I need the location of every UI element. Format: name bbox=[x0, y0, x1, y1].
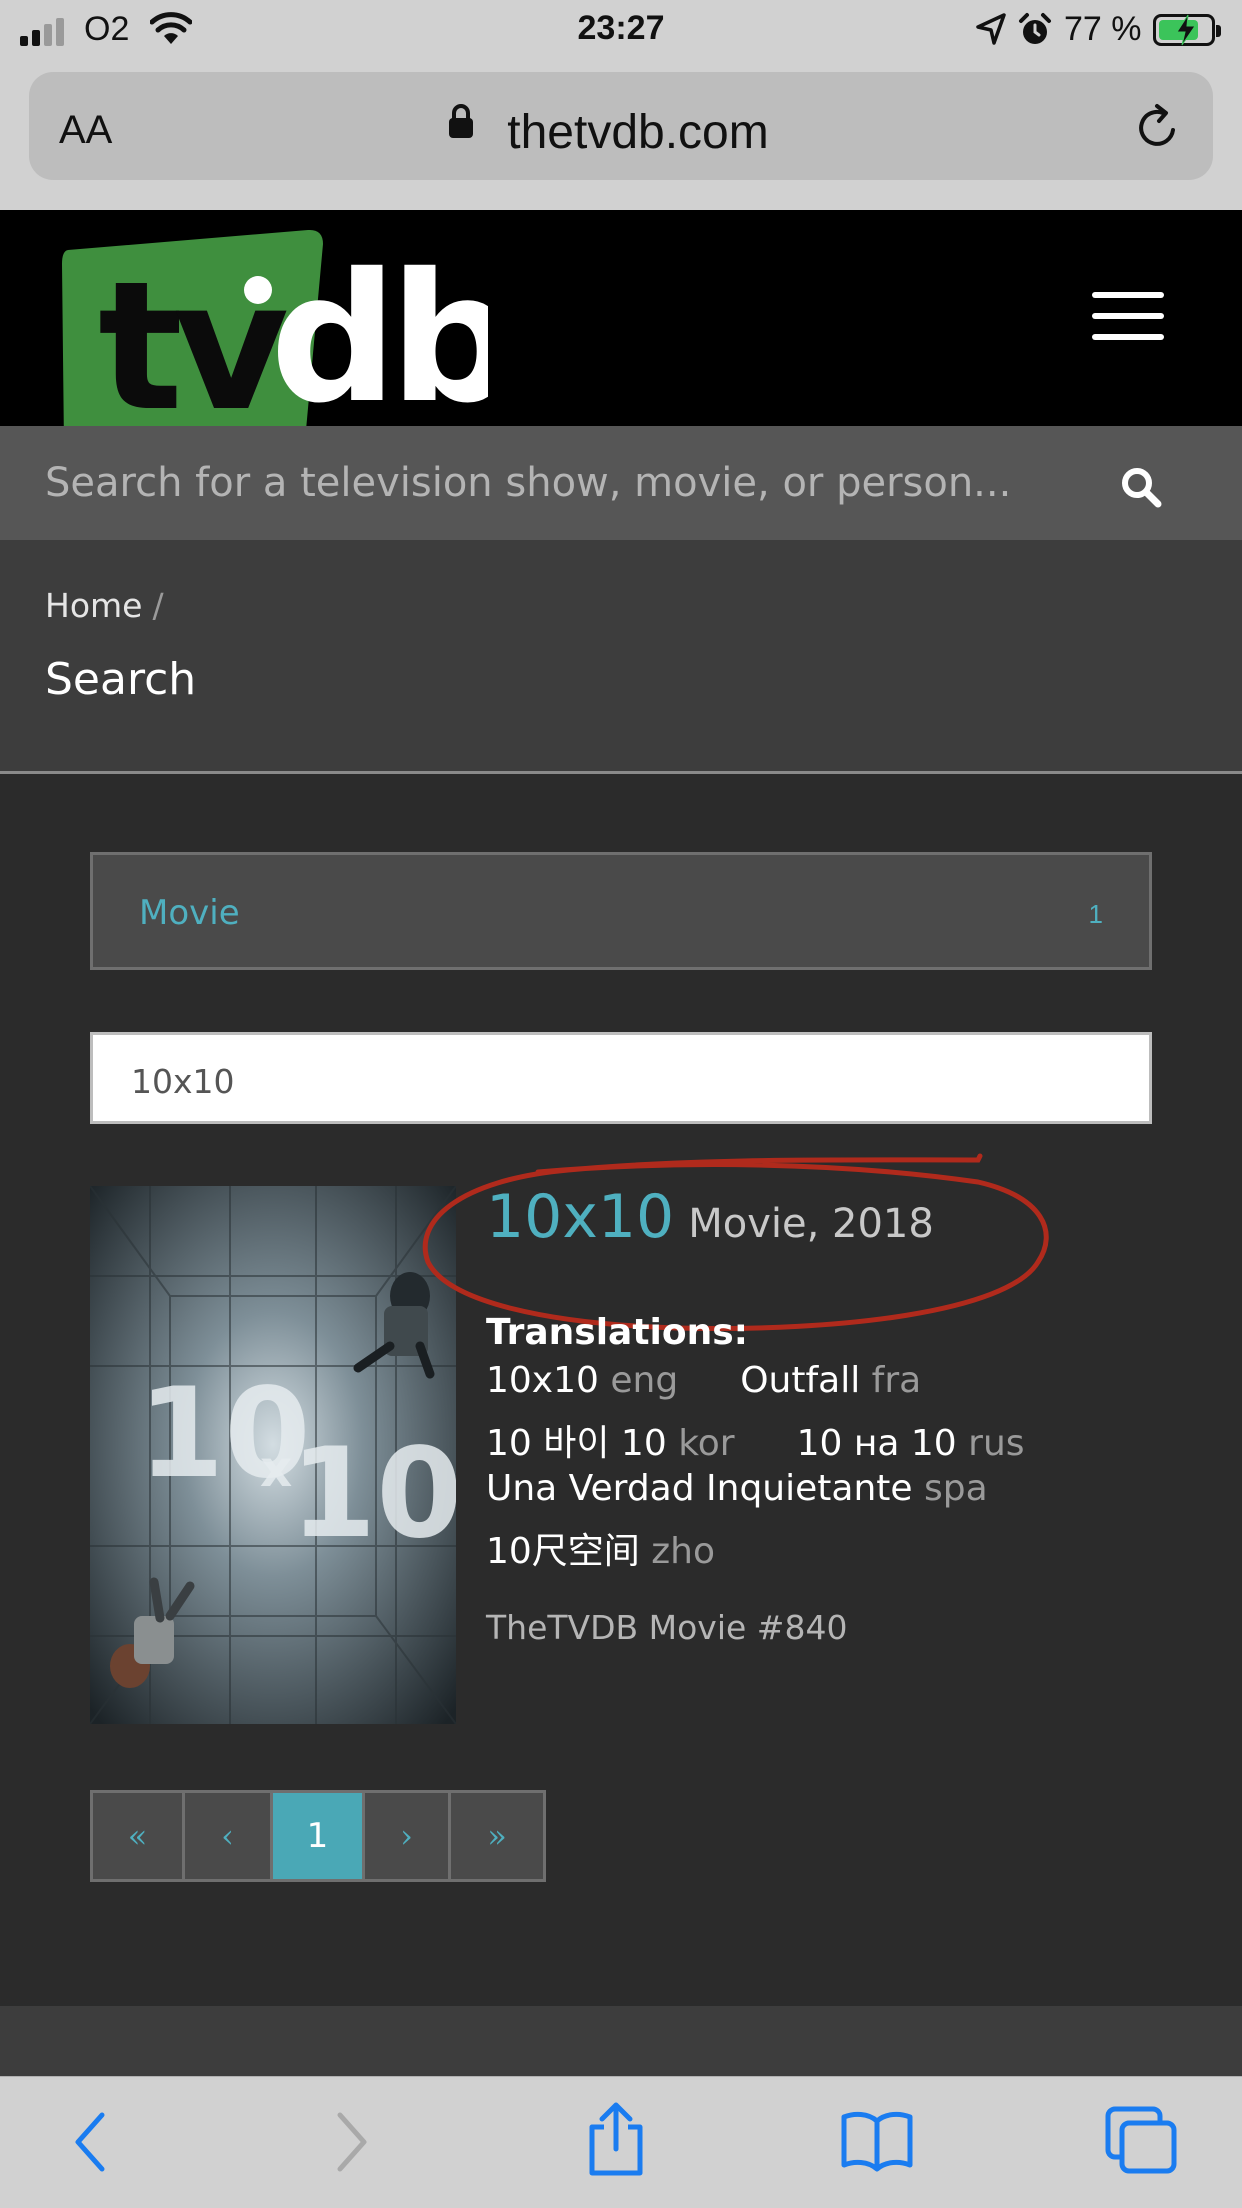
share-icon[interactable] bbox=[584, 2101, 648, 2177]
pagination: « ‹ 1 › » bbox=[90, 1790, 546, 1882]
page-header: Home / Search bbox=[0, 540, 1242, 774]
translation-name: 10 바이 10 bbox=[486, 1423, 667, 1464]
url-host: thetvdb.com bbox=[507, 106, 769, 159]
result-meta: Movie, 2018 bbox=[688, 1201, 934, 1247]
translation-name: Una Verdad Inquietante bbox=[486, 1468, 913, 1509]
battery-percent: 77 % bbox=[1064, 10, 1142, 48]
charging-bolt-icon bbox=[1176, 14, 1196, 46]
site-footer bbox=[0, 2006, 1242, 2076]
translation-lang: eng bbox=[610, 1360, 679, 1401]
forward-icon[interactable] bbox=[332, 2107, 372, 2177]
translation-row: 10x10 eng Outfall fra bbox=[486, 1360, 921, 1401]
back-icon[interactable] bbox=[70, 2107, 110, 2177]
poster-title-mid: x bbox=[260, 1440, 292, 1498]
translations-heading: Translations: bbox=[486, 1312, 749, 1353]
location-arrow-icon bbox=[976, 13, 1006, 45]
address-bar[interactable]: AA thetvdb.com bbox=[29, 72, 1213, 180]
translation-lang: kor bbox=[678, 1423, 735, 1464]
translation-lang: spa bbox=[924, 1468, 988, 1509]
site-search bbox=[0, 426, 1242, 540]
facet-count: 1 bbox=[1088, 899, 1103, 929]
translation-lang: rus bbox=[968, 1423, 1025, 1464]
breadcrumb: Home / bbox=[45, 586, 164, 625]
svg-text:tv: tv bbox=[98, 243, 287, 450]
result-title-link[interactable]: 10x10 bbox=[486, 1182, 674, 1252]
query-field[interactable]: 10x10 bbox=[90, 1032, 1152, 1124]
translation-name: 10尺空间 bbox=[486, 1531, 640, 1572]
page-title: Search bbox=[45, 654, 197, 705]
alarm-icon bbox=[1019, 13, 1051, 44]
translation-row: Una Verdad Inquietante spa bbox=[486, 1468, 988, 1509]
prev-page-button[interactable]: ‹ bbox=[185, 1793, 273, 1879]
reload-icon[interactable] bbox=[1133, 102, 1183, 152]
tvdb-logo[interactable]: tv db bbox=[58, 220, 488, 460]
facet-movie[interactable]: Movie 1 bbox=[90, 852, 1152, 970]
translation-row: 10尺空间 zho bbox=[486, 1522, 715, 1574]
first-page-button[interactable]: « bbox=[93, 1793, 185, 1879]
browser-toolbar bbox=[0, 2076, 1242, 2208]
translation-lang: zho bbox=[651, 1531, 716, 1572]
clock: 23:27 bbox=[577, 9, 665, 47]
result-heading: 10x10 Movie, 2018 bbox=[486, 1182, 934, 1252]
breadcrumb-home-link[interactable]: Home bbox=[45, 586, 142, 625]
page-1-button[interactable]: 1 bbox=[273, 1793, 365, 1879]
hamburger-menu-icon[interactable] bbox=[1092, 292, 1164, 340]
translation-row: 10 바이 10 kor 10 на 10 rus bbox=[486, 1414, 1025, 1466]
next-page-button[interactable]: › bbox=[365, 1793, 451, 1879]
translation-lang: fra bbox=[871, 1360, 922, 1401]
site-header: tv db bbox=[0, 210, 1242, 460]
query-value: 10x10 bbox=[131, 1062, 235, 1101]
tvdb-id: TheTVDB Movie #840 bbox=[486, 1608, 848, 1647]
status-bar: O2 23:27 77 % bbox=[0, 0, 1242, 62]
search-input[interactable] bbox=[45, 448, 1085, 518]
translation-name: Outfall bbox=[740, 1360, 861, 1401]
bookmarks-icon[interactable] bbox=[840, 2109, 914, 2173]
translation-name: 10x10 bbox=[486, 1360, 599, 1401]
facet-label: Movie bbox=[139, 893, 240, 933]
svg-text:db: db bbox=[270, 235, 488, 442]
result-poster[interactable]: 10 x 10 bbox=[90, 1186, 456, 1724]
translation-name: 10 на 10 bbox=[796, 1423, 957, 1464]
poster-title-right: 10 bbox=[290, 1422, 456, 1566]
breadcrumb-separator: / bbox=[152, 586, 164, 625]
poster-image: 10 x 10 bbox=[90, 1186, 456, 1724]
browser-address-area: AA thetvdb.com bbox=[0, 62, 1242, 210]
tabs-icon[interactable] bbox=[1104, 2105, 1178, 2175]
last-page-button[interactable]: » bbox=[451, 1793, 543, 1879]
search-icon[interactable] bbox=[1120, 466, 1162, 508]
